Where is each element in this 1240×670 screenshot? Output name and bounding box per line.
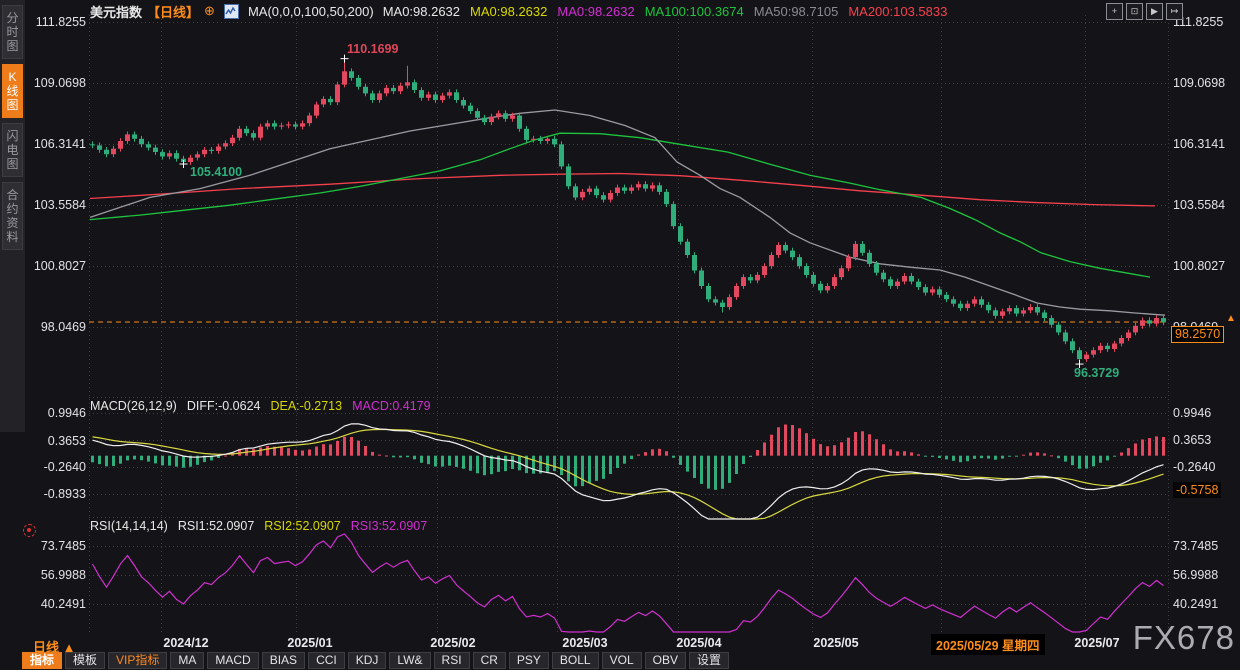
date-axis-label: 2025/03 — [562, 636, 607, 650]
date-axis-label: 2024/12 — [163, 636, 208, 650]
dea-line — [93, 430, 1164, 520]
low-price-annotation: 96.3729 — [1074, 366, 1119, 380]
date-axis-label: 2025/01 — [287, 636, 332, 650]
indicator-readout: DIFF:-0.0624 — [187, 399, 261, 413]
indicator-tab-cr[interactable]: CR — [473, 652, 506, 669]
indicator-tab-vol[interactable]: VOL — [602, 652, 642, 669]
goto-latest-icon[interactable]: ↦ — [1166, 3, 1183, 20]
sidebar-tab-3[interactable]: 闪电图 — [2, 123, 23, 177]
indicator-tab-ma[interactable]: MA — [170, 652, 204, 669]
macd-header: MACD(26,12,9) DIFF:-0.0624 DEA:-0.2713 MACD… — [90, 399, 431, 413]
indicator-tab-设置[interactable]: 设置 — [689, 652, 729, 669]
indicator-tab-rsi[interactable]: RSI — [434, 652, 470, 669]
chart-app: 分时图 K线图闪电图合约资料 美元指数 【日线】 ⊕ MA(0,0,0,100,5… — [0, 0, 1240, 670]
extreme-marker — [180, 160, 188, 168]
indicator-tab-obv[interactable]: OBV — [645, 652, 686, 669]
rsi-line — [93, 534, 1164, 632]
indicator-tab-指标[interactable]: 指标 — [22, 652, 62, 669]
sidebar-tab-4[interactable]: 合约资料 — [2, 182, 23, 250]
indicator-tab-bias[interactable]: BIAS — [262, 652, 305, 669]
play-forward-icon[interactable]: ▶ — [1146, 3, 1163, 20]
chart-header: 美元指数 【日线】 ⊕ MA(0,0,0,100,50,200) MA0:98.… — [90, 3, 947, 19]
highlighted-date: 2025/05/29 星期四 — [931, 634, 1045, 655]
indicator-tab-psy[interactable]: PSY — [509, 652, 549, 669]
ma-readout: MA0:98.2632 — [383, 4, 460, 19]
indicator-readout: RSI1:52.0907 — [178, 519, 254, 533]
ma-readout: MA100:100.3674 — [645, 4, 744, 19]
ma-readouts: MA0:98.2632 MA0:98.2632 MA0:98.2632 MA100:1… — [383, 4, 948, 19]
candles-layer — [90, 59, 1166, 365]
sidebar-tab-2[interactable]: K线图 — [2, 64, 23, 118]
ma-formula: MA(0,0,0,100,50,200) — [248, 4, 374, 19]
indicator-readout: MACD(26,12,9) — [90, 399, 177, 413]
watermark: FX678 — [1133, 619, 1235, 657]
ma-readout: MA50:98.7105 — [754, 4, 839, 19]
indicator-tab-cci[interactable]: CCI — [308, 652, 345, 669]
date-axis-label: 2025/04 — [676, 636, 721, 650]
add-indicator-icon[interactable]: ⊕ — [204, 3, 215, 19]
rsi-header: RSI(14,14,14) RSI1:52.0907 RSI2:52.0907 RSI… — [90, 519, 427, 533]
low-price-annotation: 105.4100 — [190, 165, 242, 179]
period-tag: 【日线】 — [147, 2, 199, 21]
ma-readout: MA200:103.5833 — [848, 4, 947, 19]
ma-readout: MA0:98.2632 — [470, 4, 547, 19]
indicator-tab-boll[interactable]: BOLL — [552, 652, 599, 669]
indicator-tab-lw&[interactable]: LW& — [389, 652, 430, 669]
indicator-tab-kdj[interactable]: KDJ — [348, 652, 387, 669]
indicator-tab-vip指标[interactable]: VIP指标 — [108, 652, 167, 669]
sidebar: 分时图 K线图闪电图合约资料 — [0, 0, 25, 432]
indicator-readout: RSI2:52.0907 — [264, 519, 340, 533]
latest-price-arrow-icon: ▲ — [1226, 313, 1236, 324]
indicator-tab-模板[interactable]: 模板 — [65, 652, 105, 669]
sidebar-tab-1[interactable]: 分时图 — [2, 5, 23, 59]
date-axis-label: 2025/07 — [1074, 636, 1119, 650]
alert-marker-icon — [23, 524, 36, 537]
chart-canvas[interactable] — [0, 0, 1240, 670]
current-price-tag: 98.2570 — [1171, 326, 1224, 343]
indicator-chart-icon[interactable] — [224, 4, 239, 19]
ma-readout: MA0:98.2632 — [557, 4, 634, 19]
fit-view-icon[interactable]: ⊡ — [1126, 3, 1143, 20]
date-axis-label: 2025/02 — [430, 636, 475, 650]
high-price-annotation: 110.1699 — [347, 42, 398, 56]
ma-line — [90, 110, 1165, 315]
chart-toolbar-icons: +⊡▶↦ — [1106, 3, 1183, 20]
indicator-tab-macd[interactable]: MACD — [207, 652, 258, 669]
crosshair-icon[interactable]: + — [1106, 3, 1123, 20]
indicator-readout: RSI(14,14,14) — [90, 519, 168, 533]
indicator-readout: RSI3:52.0907 — [351, 519, 427, 533]
indicator-tab-bar: 指标模板VIP指标MAMACDBIASCCIKDJLW&RSICRPSYBOLL… — [22, 652, 729, 669]
diff-line — [93, 424, 1164, 519]
indicator-readout: DEA:-0.2713 — [270, 399, 342, 413]
indicator-readout: MACD:0.4179 — [352, 399, 431, 413]
symbol-name: 美元指数 — [90, 2, 142, 21]
date-axis-label: 2025/05 — [813, 636, 858, 650]
